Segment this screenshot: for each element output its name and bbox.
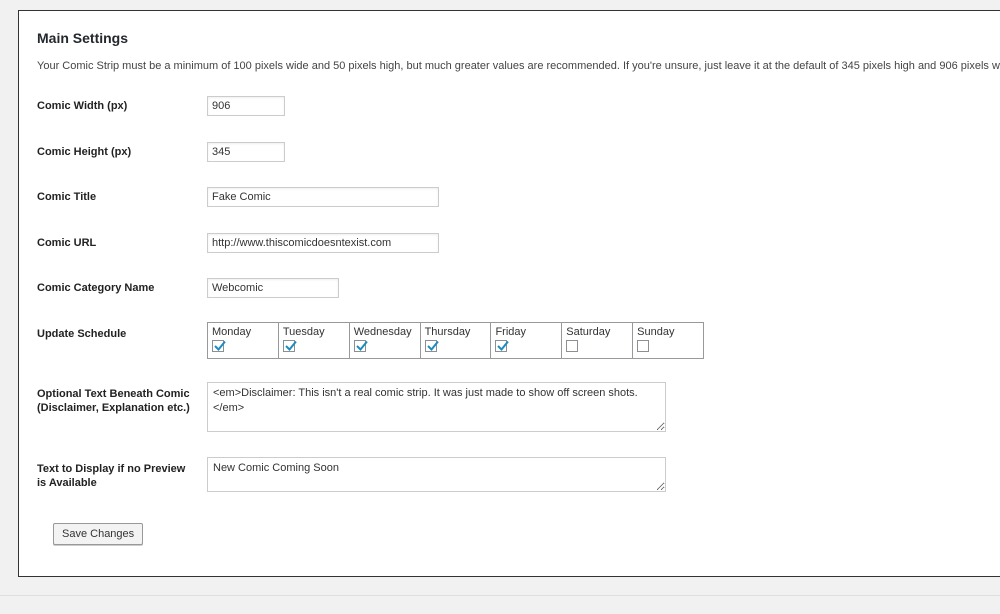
- comic-url-input[interactable]: [207, 233, 439, 253]
- friday-checkbox[interactable]: [495, 340, 510, 352]
- day-label: Thursday: [424, 326, 471, 338]
- optional-text-label-line1: Optional Text Beneath Comic: [37, 388, 190, 400]
- day-label: Saturday: [566, 326, 611, 338]
- no-preview-label-line2: is Available: [37, 477, 97, 489]
- update-schedule-grid: Monday Tuesday Wednesday Thursday Friday: [207, 322, 704, 359]
- footer-band: [0, 595, 1000, 614]
- day-label: Monday: [212, 326, 252, 338]
- optional-text-textarea[interactable]: <em>Disclaimer: This isn't a real comic …: [207, 382, 666, 432]
- comic-height-label: Comic Height (px): [37, 146, 132, 158]
- day-sunday: Sunday: [633, 323, 703, 358]
- day-label: Tuesday: [282, 326, 325, 338]
- optional-text-label-line2: (Disclaimer, Explanation etc.): [37, 402, 190, 414]
- day-label: Wednesday: [353, 326, 412, 338]
- comic-url-label: Comic URL: [37, 237, 97, 249]
- day-tuesday: Tuesday: [279, 323, 350, 358]
- day-friday: Friday: [491, 323, 563, 358]
- optional-text-label: Optional Text Beneath Comic (Disclaimer,…: [37, 387, 190, 415]
- day-wednesday: Wednesday: [350, 323, 421, 358]
- day-label: Friday: [495, 326, 526, 338]
- wednesday-checkbox[interactable]: [353, 340, 368, 352]
- checkmark-icon: [356, 340, 368, 351]
- comic-category-label: Comic Category Name: [37, 282, 155, 294]
- comic-title-input[interactable]: [207, 187, 439, 207]
- day-thursday: Thursday: [421, 323, 492, 358]
- no-preview-label: Text to Display if no Preview is Availab…: [37, 462, 185, 490]
- day-monday: Monday: [208, 323, 279, 358]
- checkmark-icon: [285, 340, 297, 351]
- day-label: Sunday: [637, 326, 675, 338]
- no-preview-label-line1: Text to Display if no Preview: [37, 463, 186, 475]
- thursday-checkbox[interactable]: [424, 340, 439, 352]
- comic-width-label: Comic Width (px): [37, 100, 128, 112]
- comic-width-input[interactable]: [207, 96, 285, 116]
- update-schedule-label: Update Schedule: [37, 328, 127, 340]
- no-preview-textarea[interactable]: New Comic Coming Soon: [207, 457, 666, 492]
- checkmark-icon: [426, 340, 439, 351]
- checkmark-icon: [497, 340, 510, 351]
- monday-checkbox[interactable]: [212, 340, 226, 352]
- comic-height-input[interactable]: [207, 142, 285, 162]
- sunday-checkbox[interactable]: [637, 340, 650, 352]
- section-title: Main Settings: [37, 30, 129, 46]
- tuesday-checkbox[interactable]: [282, 340, 297, 352]
- checkmark-icon: [214, 340, 226, 351]
- day-saturday: Saturday: [562, 323, 634, 358]
- save-changes-button[interactable]: Save Changes: [53, 523, 144, 545]
- section-description: Your Comic Strip must be a minimum of 10…: [37, 60, 1000, 72]
- saturday-checkbox[interactable]: [566, 340, 579, 352]
- comic-category-input[interactable]: [207, 278, 339, 298]
- settings-panel: Main Settings Your Comic Strip must be a…: [18, 10, 1000, 577]
- comic-title-label: Comic Title: [37, 191, 97, 203]
